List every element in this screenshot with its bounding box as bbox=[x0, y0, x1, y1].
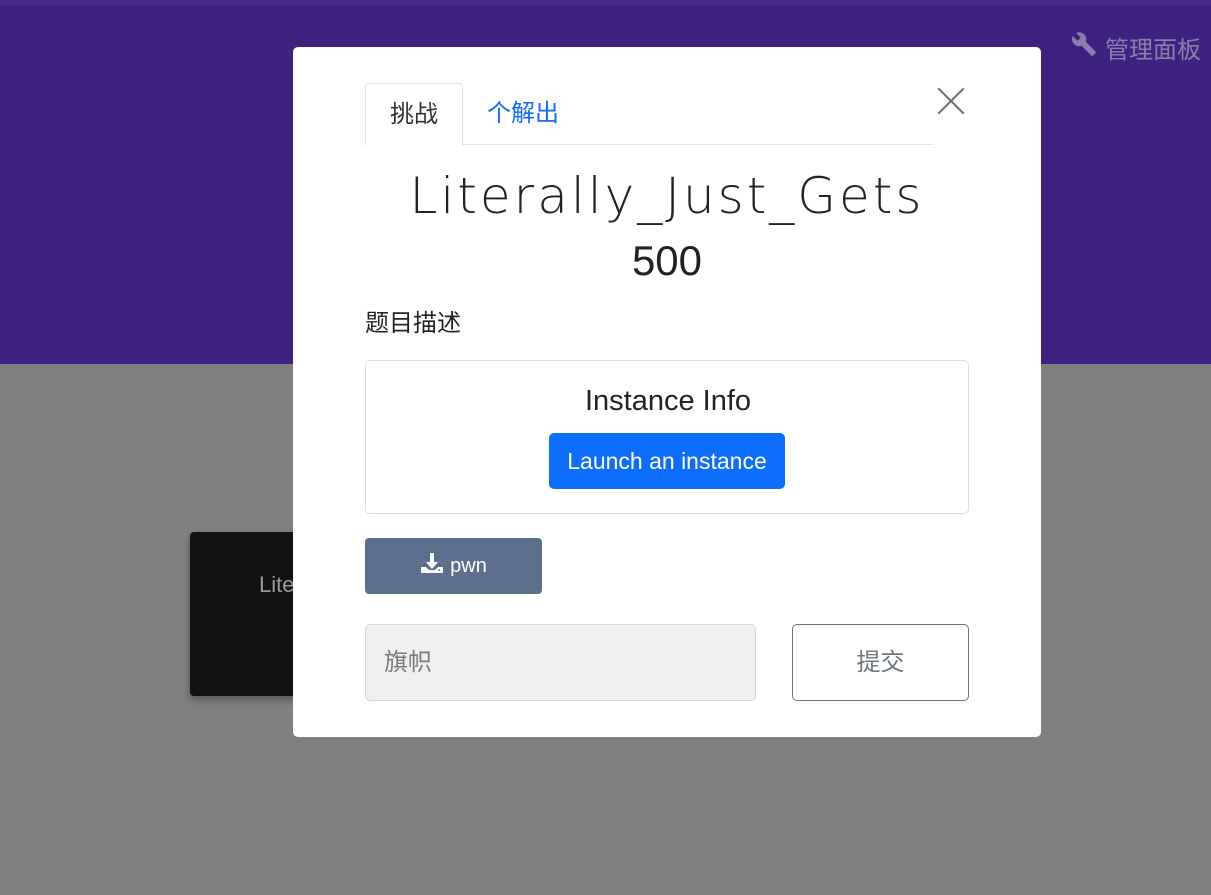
tab-challenge[interactable]: 挑战 bbox=[365, 83, 463, 146]
download-file-button[interactable]: pwn bbox=[365, 538, 542, 594]
file-label: pwn bbox=[450, 554, 487, 577]
launch-instance-button[interactable]: Launch an instance bbox=[549, 433, 785, 489]
challenge-points: 500 bbox=[631, 237, 703, 284]
wrench-icon bbox=[1071, 31, 1097, 64]
modal-tabs: 挑战 个解出 bbox=[365, 83, 933, 146]
instance-info-box: Instance Info Launch an instance bbox=[365, 360, 969, 514]
instance-info-title: Instance Info bbox=[584, 385, 752, 417]
challenge-name: Literally_Just_Gets bbox=[409, 167, 925, 225]
challenge-card-title: Lite bbox=[259, 572, 295, 597]
hero-topline bbox=[0, 0, 1211, 6]
flag-input[interactable] bbox=[365, 624, 756, 701]
close-icon[interactable] bbox=[935, 85, 967, 117]
submit-button[interactable]: 提交 bbox=[792, 624, 969, 701]
download-icon bbox=[420, 551, 444, 581]
admin-panel-label: 管理面板 bbox=[1105, 37, 1201, 64]
admin-panel-link[interactable]: 管理面板 bbox=[1071, 30, 1201, 65]
challenge-modal: 挑战 个解出 Literally_Just_Gets 500 题目描述 Inst… bbox=[293, 47, 1041, 737]
description-label: 题目描述 bbox=[365, 310, 461, 337]
tab-solves[interactable]: 个解出 bbox=[463, 83, 583, 145]
